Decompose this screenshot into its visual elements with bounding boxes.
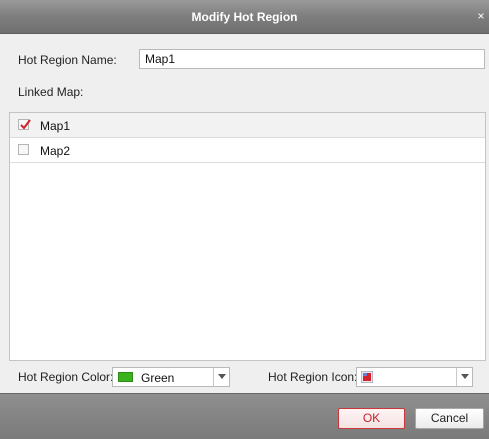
dialog-footer: OK Cancel: [0, 393, 489, 439]
modify-hot-region-dialog: Modify Hot Region × Hot Region Name: Lin…: [0, 0, 489, 439]
hot-region-icon-label: Hot Region Icon:: [268, 370, 358, 384]
region-options-bar: Hot Region Color: Green Hot Region Icon:: [0, 361, 489, 393]
hot-region-name-input[interactable]: [139, 49, 485, 69]
map2-label: Map2: [40, 144, 71, 158]
linked-map-label: Linked Map:: [18, 85, 84, 99]
map1-label: Map1: [40, 119, 71, 133]
dialog-titlebar: Modify Hot Region ×: [0, 0, 489, 34]
close-icon[interactable]: ×: [475, 9, 487, 23]
linked-map-row-map2[interactable]: Map2: [10, 138, 485, 163]
hot-region-color-label: Hot Region Color:: [18, 370, 114, 384]
red-marker-icon: [361, 371, 373, 383]
color-dropdown-arrow-icon[interactable]: [213, 368, 229, 386]
map1-checkbox[interactable]: [18, 119, 31, 130]
checkmark-icon: [20, 119, 31, 130]
linked-map-list: Map1 Map2: [9, 112, 486, 361]
dialog-title: Modify Hot Region: [191, 10, 298, 24]
icon-dropdown-arrow-icon[interactable]: [456, 368, 472, 386]
hot-region-color-select[interactable]: Green: [112, 367, 230, 387]
cancel-button[interactable]: Cancel: [415, 408, 484, 429]
hot-region-icon-select[interactable]: [356, 367, 473, 387]
linked-map-row-map1[interactable]: Map1: [10, 113, 485, 138]
ok-button[interactable]: OK: [338, 408, 405, 429]
color-swatch: [118, 372, 133, 382]
map2-checkbox[interactable]: [18, 144, 29, 155]
hot-region-name-label: Hot Region Name:: [18, 53, 117, 67]
color-select-value: Green: [141, 371, 175, 385]
